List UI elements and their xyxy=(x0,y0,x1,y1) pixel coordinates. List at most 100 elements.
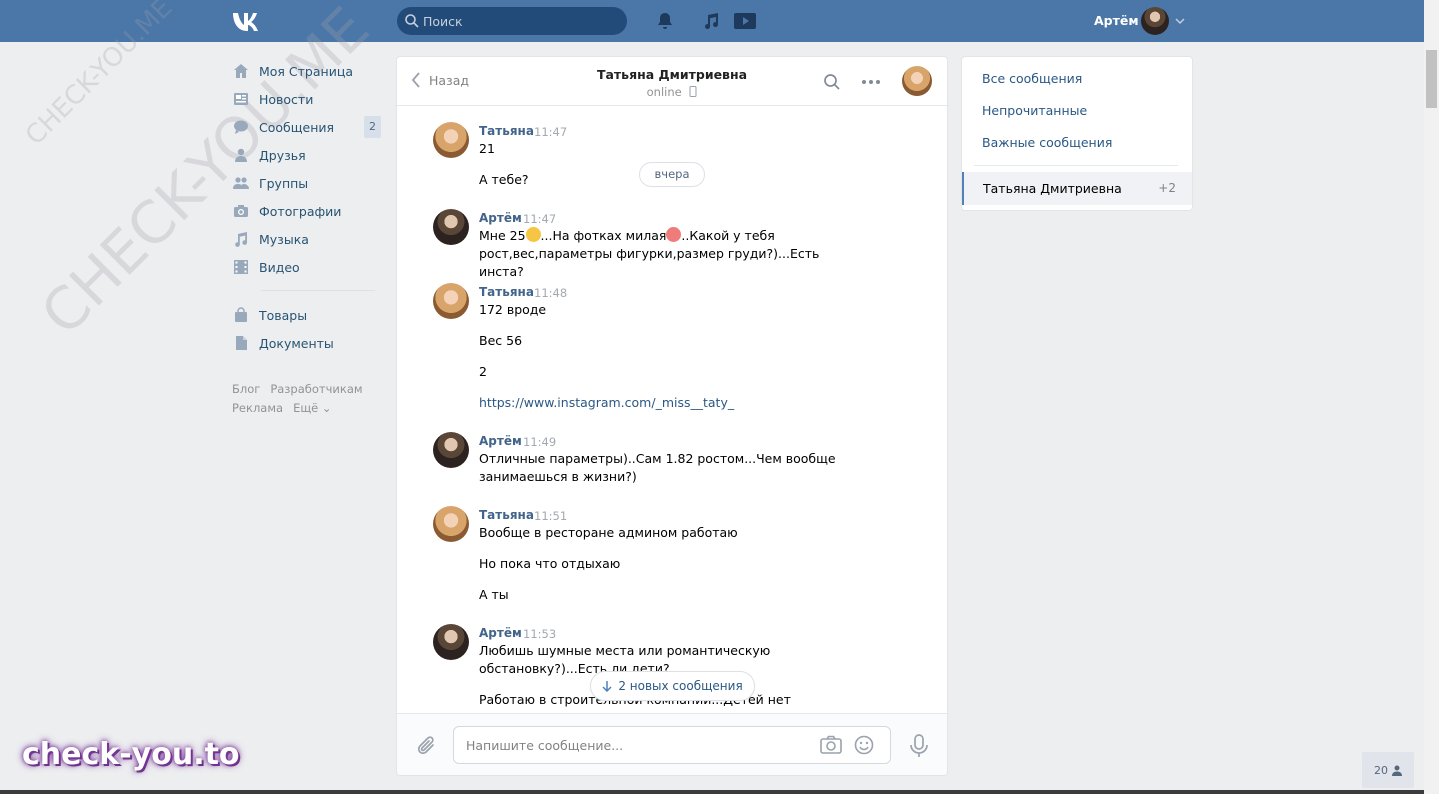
message-text: Вес 56 xyxy=(479,333,523,348)
message-time: 11:48 xyxy=(534,286,568,300)
message-input-box[interactable] xyxy=(453,726,891,764)
camera-icon[interactable] xyxy=(820,735,842,755)
message-list[interactable]: вчера Татьяна 11:47 21 А тебе? Артём 11:… xyxy=(397,107,947,712)
person-icon xyxy=(1392,765,1402,776)
online-friends-button[interactable]: 20 xyxy=(1362,752,1414,788)
avatar[interactable] xyxy=(433,506,469,542)
user-avatar[interactable] xyxy=(1141,7,1169,35)
message-input[interactable] xyxy=(466,727,806,763)
message-text: Мне 25 ...На фотках милая ..Какой у тебя xyxy=(479,227,859,245)
nav-item-my-page[interactable]: Моя Страница xyxy=(231,57,381,85)
nav-label: Музыка xyxy=(259,231,309,247)
heart-eyes-emoji-icon xyxy=(666,227,682,242)
nav-item-news[interactable]: Новости xyxy=(231,85,381,113)
mobile-icon xyxy=(689,86,697,97)
footer-link-ads[interactable]: Реклама xyxy=(232,401,283,415)
avatar[interactable] xyxy=(433,283,469,319)
message-text: 172 вроде xyxy=(479,302,547,317)
new-messages-label: 2 новых сообщения xyxy=(618,679,743,693)
nav-item-documents[interactable]: Документы xyxy=(231,329,381,357)
footer-link-developers[interactable]: Разработчикам xyxy=(270,382,362,396)
filter-all-messages[interactable]: Все сообщения xyxy=(982,71,1082,86)
play-icon[interactable] xyxy=(733,11,757,31)
instagram-link[interactable]: https://www.instagram.com/_miss__taty_ xyxy=(479,394,859,412)
nav-label: Друзья xyxy=(259,147,306,163)
message-author[interactable]: Татьяна xyxy=(479,124,534,138)
nav-label: Группы xyxy=(259,175,309,191)
message-time: 11:47 xyxy=(534,125,568,139)
search-icon[interactable] xyxy=(823,73,841,91)
vk-logo-icon[interactable] xyxy=(231,10,265,32)
online-status: online xyxy=(646,85,682,99)
message-author[interactable]: Татьяна xyxy=(479,285,534,299)
search-icon xyxy=(405,14,419,28)
page-scrollbar[interactable] xyxy=(1424,0,1439,794)
footer-link-blog[interactable]: Блог xyxy=(232,382,260,396)
search-input[interactable] xyxy=(423,7,621,35)
avatar[interactable] xyxy=(433,122,469,158)
messages-count-badge: 2 xyxy=(364,116,381,138)
nav-label: Документы xyxy=(259,335,334,351)
date-divider: вчера xyxy=(639,162,705,187)
filter-unread[interactable]: Непрочитанные xyxy=(982,103,1087,118)
taskbar xyxy=(0,790,1424,794)
message-time: 11:47 xyxy=(523,212,557,226)
nav-item-goods[interactable]: Товары xyxy=(231,301,381,329)
active-chat-name: Татьяна Дмитриевна xyxy=(983,181,1122,196)
chevron-down-icon[interactable] xyxy=(1174,15,1186,27)
message-text: Любишь шумные места или романтическую xyxy=(479,643,771,658)
active-chat-count: +2 xyxy=(1158,181,1176,195)
nav-label: Новости xyxy=(259,91,314,107)
filter-important[interactable]: Важные сообщения xyxy=(982,135,1112,150)
bell-icon[interactable] xyxy=(655,11,675,31)
top-bar: Артём xyxy=(0,0,1424,42)
more-icon[interactable] xyxy=(861,79,881,85)
new-messages-button[interactable]: 2 новых сообщения xyxy=(590,671,755,701)
avatar[interactable] xyxy=(433,209,469,245)
nav-item-video[interactable]: Видео xyxy=(231,253,381,281)
watermark-brand: check-you.to xyxy=(22,737,240,772)
avatar[interactable] xyxy=(433,624,469,660)
nav-item-music[interactable]: Музыка xyxy=(231,225,381,253)
nav-item-messages[interactable]: Сообщения 2 xyxy=(231,113,381,141)
avatar[interactable] xyxy=(433,432,469,468)
nav-divider xyxy=(261,290,375,291)
message-time: 11:49 xyxy=(523,435,557,449)
chat-header: Назад Татьяна Дмитриевна online xyxy=(397,57,947,106)
message-time: 11:53 xyxy=(523,627,557,641)
nav-footer: Блог Разработчикам Реклама Ещё ⌄ xyxy=(232,380,382,418)
message-fragment: Мне 25 xyxy=(479,228,526,243)
composer xyxy=(397,713,947,775)
message-author[interactable]: Артём xyxy=(479,211,522,225)
message-author[interactable]: Артём xyxy=(479,626,522,640)
smiling-emoji-icon xyxy=(525,227,541,242)
nav-item-groups[interactable]: Группы xyxy=(231,169,381,197)
search-box[interactable] xyxy=(397,7,627,35)
arrow-down-icon xyxy=(602,681,612,692)
message-text: Отличные параметры)..Сам 1.82 ростом...Ч… xyxy=(479,451,836,466)
footer-link-more[interactable]: Ещё ⌄ xyxy=(293,401,331,415)
home-icon xyxy=(234,64,248,78)
smile-icon[interactable] xyxy=(854,735,874,755)
message-text: Вообще в ресторане админом работаю xyxy=(479,525,738,540)
message-author[interactable]: Татьяна xyxy=(479,508,534,522)
message-text: занимаешься в жизни?) xyxy=(479,469,637,484)
paperclip-icon[interactable] xyxy=(416,735,438,757)
nav-label: Сообщения xyxy=(259,119,335,135)
message-fragment: ...На фотках милая xyxy=(540,228,667,243)
user-name[interactable]: Артём xyxy=(1094,13,1139,28)
message-time: 11:51 xyxy=(534,509,568,523)
chat-avatar[interactable] xyxy=(902,66,932,96)
panel-divider xyxy=(974,165,1178,166)
microphone-icon[interactable] xyxy=(909,734,929,758)
message-author[interactable]: Артём xyxy=(479,434,522,448)
scrollbar-thumb[interactable] xyxy=(1426,50,1437,108)
message-text: Но пока что отдыхаю xyxy=(479,556,621,571)
nav-item-friends[interactable]: Друзья xyxy=(231,141,381,169)
nav-item-photos[interactable]: Фотографии xyxy=(231,197,381,225)
video-icon xyxy=(234,260,248,274)
news-icon xyxy=(234,93,248,105)
music-note-icon[interactable] xyxy=(701,11,721,31)
active-chat-item[interactable]: Татьяна Дмитриевна +2 xyxy=(962,172,1192,205)
message-filters-panel: Все сообщения Непрочитанные Важные сообщ… xyxy=(961,56,1193,211)
